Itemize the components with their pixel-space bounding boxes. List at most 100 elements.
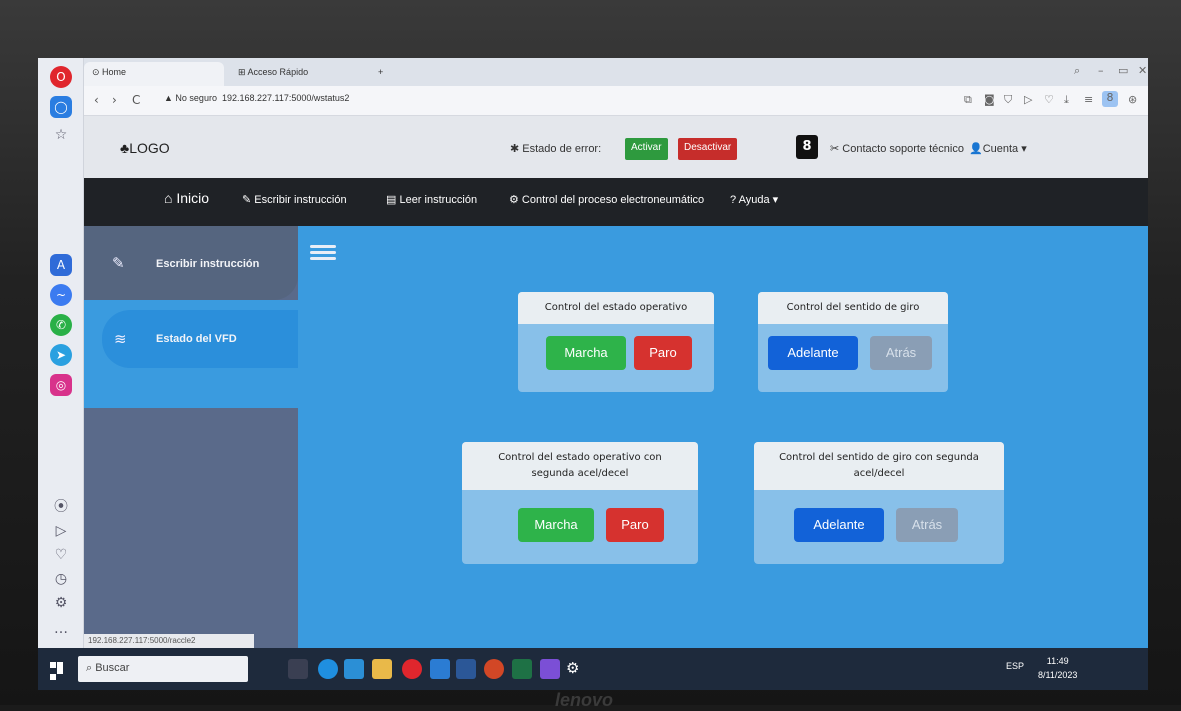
caret-down-icon: ▾	[769, 194, 779, 206]
card-operating-state-2: Control del estado operativo con segunda…	[462, 442, 698, 564]
bug-icon: ✱	[510, 143, 523, 155]
profile-icon[interactable]: 8	[1102, 91, 1118, 107]
card-title: Control del sentido de giro	[758, 292, 948, 324]
windows-start-icon[interactable]	[50, 662, 64, 680]
security-label: No seguro	[175, 93, 217, 103]
camera-icon[interactable]: ◙	[984, 93, 995, 106]
sidebar-item-label: Escribir instrucción	[156, 258, 260, 270]
web-page: ♣LOGO ✱ Estado de error: Activar Desacti…	[84, 116, 1148, 690]
back-icon[interactable]: ‹	[94, 93, 99, 107]
grid-icon: ⊞	[238, 67, 248, 77]
paro-button[interactable]: Paro	[606, 508, 664, 542]
card-rotation: Control del sentido de giro Adelante Atr…	[758, 292, 948, 392]
card-operating-state: Control del estado operativo Marcha Paro	[518, 292, 714, 392]
atras-button[interactable]: Atrás	[896, 508, 958, 542]
task-view-icon[interactable]	[288, 659, 308, 679]
whatsapp-icon[interactable]: ✆	[50, 314, 72, 336]
menu-icon[interactable]: ≡	[1084, 93, 1093, 106]
cogs-icon: ⚙	[509, 194, 522, 206]
taskbar-search[interactable]: ⌕ Buscar	[78, 656, 248, 682]
star-icon[interactable]: ☆	[52, 126, 70, 144]
activate-button[interactable]: Activar	[625, 138, 668, 160]
marcha-button[interactable]: Marcha	[546, 336, 626, 370]
marcha-button[interactable]: Marcha	[518, 508, 594, 542]
lenovo-logo: lenovo	[555, 690, 614, 710]
store-icon[interactable]	[344, 659, 364, 679]
url-field[interactable]: ▲ No seguro 192.168.227.117:5000/wstatus…	[164, 93, 349, 103]
language-indicator[interactable]: ESP	[1006, 661, 1024, 671]
telegram-icon[interactable]: ➤	[50, 344, 72, 366]
error-count-badge: 8	[796, 135, 818, 159]
excel-icon[interactable]	[512, 659, 532, 679]
nav-control[interactable]: ⚙ Control del proceso electroneumático	[509, 193, 704, 206]
tab-home[interactable]: ⊙ Home	[84, 62, 224, 86]
logo-icon: ♣	[120, 140, 130, 156]
adelante-button[interactable]: Adelante	[794, 508, 884, 542]
nav-leer[interactable]: ▤ Leer instrucción	[386, 193, 477, 206]
shield-icon[interactable]: ⛉	[1004, 93, 1012, 107]
tools-icon: ✂	[830, 143, 843, 155]
send-icon[interactable]: ▷	[52, 522, 70, 540]
more-icon[interactable]: …	[52, 620, 70, 638]
tab-label: Home	[102, 67, 127, 77]
nav-escribir[interactable]: ✎ Escribir instrucción	[242, 193, 347, 206]
account-menu[interactable]: 👤Cuenta ▾	[969, 142, 1027, 155]
adelante-button[interactable]: Adelante	[768, 336, 858, 370]
download-icon[interactable]: ⤓	[1064, 93, 1069, 107]
sidebar-item-label: Estado del VFD	[156, 333, 237, 345]
sidebar-toggle-icon[interactable]	[310, 242, 336, 264]
layers-icon: ≋	[114, 330, 127, 348]
workspace-icon[interactable]: ◯	[50, 96, 72, 118]
file-icon: ▤	[386, 194, 400, 206]
search-tabs-icon[interactable]: ⌕	[1074, 64, 1080, 78]
new-tab-button[interactable]: +	[374, 62, 394, 86]
snapshot-icon[interactable]: ⧉	[964, 93, 972, 107]
opera-taskbar-icon[interactable]	[402, 659, 422, 679]
deactivate-button[interactable]: Desactivar	[678, 138, 738, 160]
heart-icon[interactable]: ♡	[52, 546, 70, 564]
warning-icon: ▲	[164, 93, 176, 103]
opera-logo-icon[interactable]: O	[50, 66, 72, 88]
card-title: Control del sentido de giro con segunda …	[754, 442, 1004, 490]
messenger-icon[interactable]: ~	[50, 284, 72, 306]
app-header: ♣LOGO ✱ Estado de error: Activar Desacti…	[84, 116, 1148, 178]
app-icon[interactable]	[540, 659, 560, 679]
forward-icon[interactable]: ›	[112, 93, 117, 107]
link-preview: 192.168.227.117:5000/raccle2	[84, 634, 254, 648]
paro-button[interactable]: Paro	[634, 336, 692, 370]
card-title: Control del estado operativo	[518, 292, 714, 324]
taskbar-clock[interactable]: 11:49 8/11/2023	[1038, 654, 1077, 682]
home-icon: ⌂	[164, 190, 177, 206]
settings-icon[interactable]: ⚙	[52, 594, 70, 612]
main-navbar: ⌂ Inicio ✎ Escribir instrucción ▤ Leer i…	[84, 178, 1148, 226]
edit-icon: ✎	[242, 194, 255, 206]
instagram-icon[interactable]: ◎	[50, 374, 72, 396]
logo[interactable]: ♣LOGO	[120, 140, 170, 156]
close-icon[interactable]: ✕	[1138, 64, 1147, 77]
play-icon[interactable]: ▷	[1024, 93, 1032, 106]
url-text: 192.168.227.117:5000/wstatus2	[221, 93, 350, 103]
onedrive-icon[interactable]	[430, 659, 450, 679]
nav-inicio[interactable]: ⌂ Inicio	[164, 190, 209, 206]
opera-sidebar: O ◯ ☆ A ~ ✆ ➤ ◎ ⦿ ▷ ♡ ◷ ⚙ …	[38, 58, 84, 690]
reload-icon[interactable]: C	[132, 93, 140, 107]
atras-button[interactable]: Atrás	[870, 336, 932, 370]
tab-acceso-rapido[interactable]: ⊞ Acceso Rápido	[230, 62, 370, 86]
powerpoint-icon[interactable]	[484, 659, 504, 679]
minimize-icon[interactable]: –	[1098, 64, 1104, 77]
history-icon[interactable]: ◷	[52, 570, 70, 588]
nav-ayuda[interactable]: ? Ayuda ▾	[730, 193, 778, 206]
error-state-label: ✱ Estado de error:	[510, 143, 602, 155]
support-link[interactable]: ✂ Contacto soporte técnico	[830, 142, 964, 155]
explorer-icon[interactable]	[372, 659, 392, 679]
player-icon[interactable]: ⦿	[52, 498, 70, 516]
aria-icon[interactable]: A	[50, 254, 72, 276]
heart-icon[interactable]: ♡	[1044, 93, 1054, 106]
edge-icon[interactable]	[318, 659, 338, 679]
card-rotation-2: Control del sentido de giro con segunda …	[754, 442, 1004, 564]
word-icon[interactable]	[456, 659, 476, 679]
windows-taskbar: ⌕ Buscar ⚙ ESP 11:49 8/11/2023	[38, 648, 1148, 690]
extensions-icon[interactable]: ⊛	[1128, 93, 1137, 106]
settings-icon[interactable]: ⚙	[566, 659, 586, 679]
maximize-icon[interactable]: ▭	[1118, 64, 1128, 77]
